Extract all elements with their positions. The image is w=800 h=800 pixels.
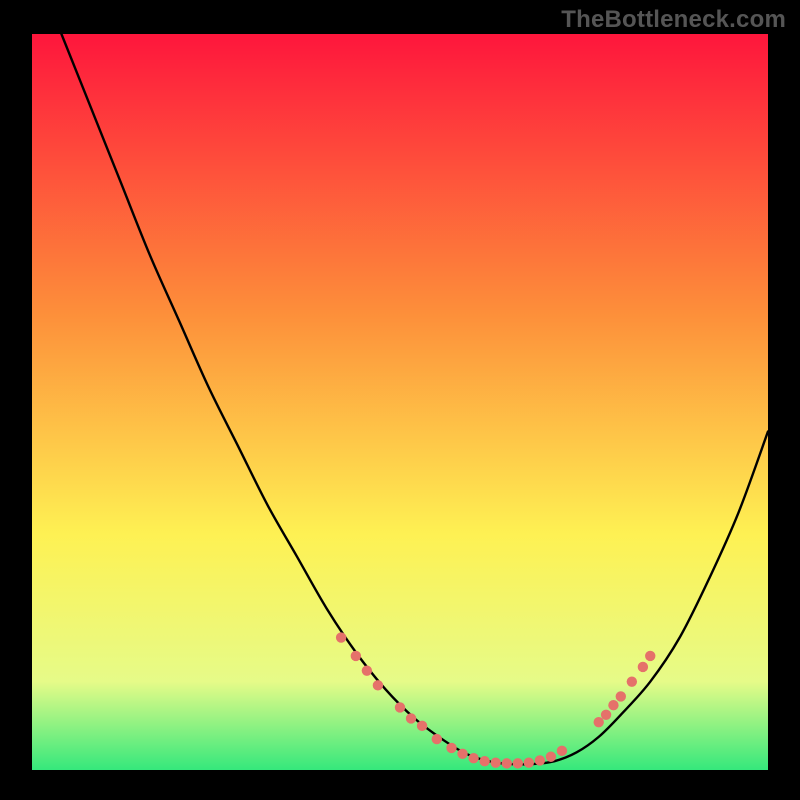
marker-dot xyxy=(524,757,534,767)
marker-dot xyxy=(490,757,500,767)
marker-dot xyxy=(513,758,523,768)
marker-dot xyxy=(627,676,637,686)
marker-dot xyxy=(535,755,545,765)
marker-dot xyxy=(373,680,383,690)
bottleneck-chart-svg xyxy=(32,34,768,770)
marker-dot xyxy=(601,710,611,720)
marker-dot xyxy=(457,749,467,759)
marker-dot xyxy=(395,702,405,712)
watermark-text: TheBottleneck.com xyxy=(561,6,786,34)
marker-dot xyxy=(502,758,512,768)
gradient-background xyxy=(32,34,768,770)
marker-dot xyxy=(432,734,442,744)
marker-dot xyxy=(608,700,618,710)
marker-dot xyxy=(616,691,626,701)
marker-dot xyxy=(557,746,567,756)
marker-dot xyxy=(446,743,456,753)
marker-dot xyxy=(406,713,416,723)
marker-dot xyxy=(362,665,372,675)
marker-dot xyxy=(336,632,346,642)
plot-area xyxy=(32,34,768,770)
marker-dot xyxy=(546,752,556,762)
marker-dot xyxy=(417,721,427,731)
chart-container: TheBottleneck.com xyxy=(0,0,800,800)
marker-dot xyxy=(468,753,478,763)
marker-dot xyxy=(638,662,648,672)
marker-dot xyxy=(351,651,361,661)
marker-dot xyxy=(594,717,604,727)
marker-dot xyxy=(645,651,655,661)
marker-dot xyxy=(479,756,489,766)
